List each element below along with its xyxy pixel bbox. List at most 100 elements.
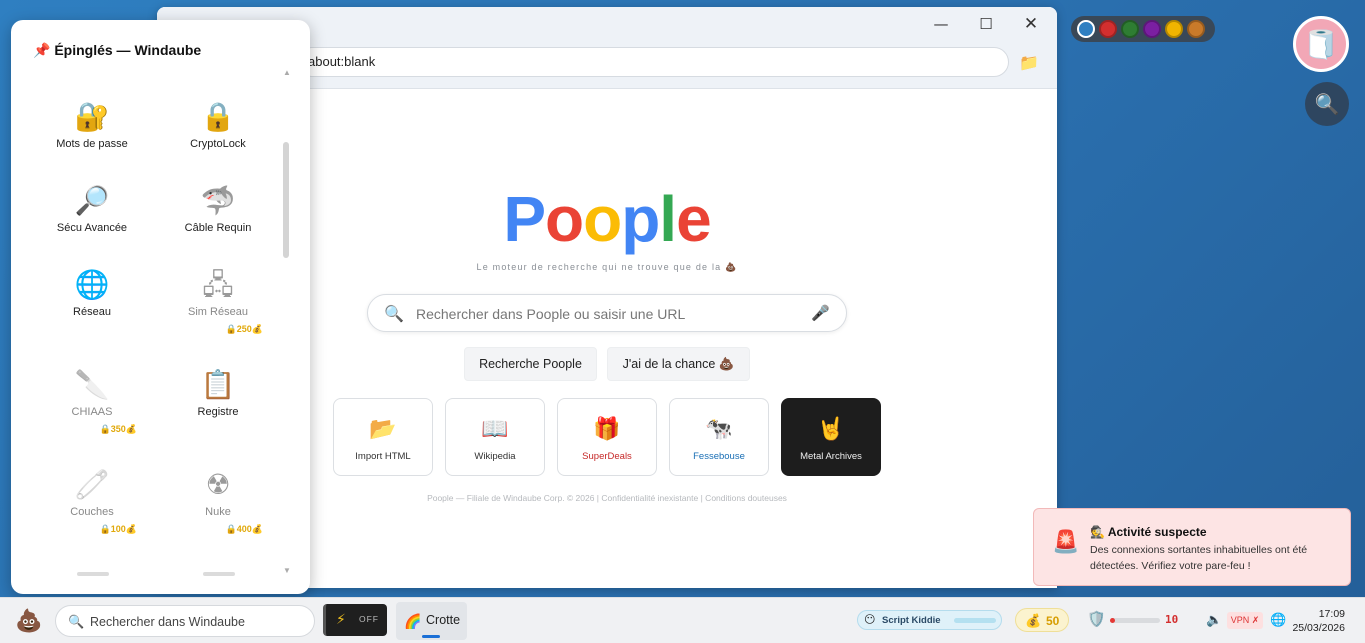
swatch-purple[interactable] xyxy=(1143,20,1161,38)
start-button[interactable]: 💩 xyxy=(15,608,42,634)
partial-app-icon xyxy=(203,572,235,576)
shield-icon: 🛡️ xyxy=(1087,611,1106,628)
speaker-icon[interactable]: 🔈 xyxy=(1206,612,1222,628)
tile-fessebouse[interactable]: 🐄 Fessebouse xyxy=(669,398,769,476)
search-input[interactable]: Rechercher dans Poople ou saisir une URL xyxy=(416,306,685,322)
scroll-down-icon[interactable]: ▼ xyxy=(283,566,291,575)
price-badge: 🔒400💰 xyxy=(225,524,263,534)
book-icon: 📖 xyxy=(481,416,509,441)
close-button[interactable]: ✕ xyxy=(1009,11,1053,37)
lucky-button[interactable]: J'ai de la chance 💩 xyxy=(607,347,750,381)
vpn-status[interactable]: VPN ✗ xyxy=(1227,612,1263,629)
cow-icon: 🐄 xyxy=(705,416,733,441)
app-registre[interactable]: 📋 Registre xyxy=(153,368,283,442)
magnifier-button[interactable]: 🔍 xyxy=(1305,82,1349,126)
magnifier-icon: 🔎 xyxy=(74,185,110,216)
search-icon: 🔍 xyxy=(68,614,85,629)
taskbar-search[interactable]: 🔍 Rechercher dans Windaube xyxy=(55,605,315,637)
app-reseau[interactable]: 🌐 Réseau xyxy=(27,268,157,342)
partial-app-icon xyxy=(77,572,109,576)
shark-icon: 🦈 xyxy=(200,185,236,216)
rank-label: Script Kiddie xyxy=(882,615,941,626)
tile-label: SuperDeals xyxy=(582,451,632,462)
app-secu-avancee[interactable]: 🔎 Sécu Avancée xyxy=(27,184,157,258)
lock-icon: 🔒 xyxy=(225,524,237,534)
swatch-blue[interactable] xyxy=(1077,20,1095,38)
pinned-panel: 📌 Épinglés — Windaube ▲ ▼ 🔐 Mots de pass… xyxy=(11,20,310,594)
suspicious-activity-toast[interactable]: 🚨 🕵️ Activité suspecte Des connexions so… xyxy=(1033,508,1351,586)
microphone-icon[interactable]: 🎤 xyxy=(811,304,830,322)
tile-label: Fessebouse xyxy=(693,451,745,462)
folder-icon: 📂 xyxy=(369,416,397,441)
clock[interactable]: 17:09 25/03/2026 xyxy=(1289,607,1345,635)
hacker-icon: 😶 xyxy=(864,614,876,626)
rank-badge: 😶 Script Kiddie xyxy=(857,610,1002,630)
toast-body: Des connexions sortantes inhabituelles o… xyxy=(1090,544,1308,572)
toilet-paper-icon: 🧻 xyxy=(1303,28,1339,60)
threat-level-fill xyxy=(1110,618,1115,623)
globe-icon: 🌐 xyxy=(74,269,110,300)
rank-progress-bar xyxy=(954,618,996,623)
siren-icon: 🚨 xyxy=(1052,529,1080,554)
tile-label: Wikipedia xyxy=(474,451,516,462)
app-nuke[interactable]: ☢ Nuke 🔒400💰 xyxy=(153,468,283,542)
swatch-green[interactable] xyxy=(1121,20,1139,38)
scroll-up-icon[interactable]: ▲ xyxy=(283,68,291,77)
price-badge: 🔒350💰 xyxy=(99,424,137,434)
taskbar-app-label: Crotte xyxy=(426,613,461,627)
app-chiaas[interactable]: 🔪 CHIAAS 🔒350💰 xyxy=(27,368,157,442)
price-badge: 🔒250💰 xyxy=(225,324,263,334)
taskbar-app-crotte[interactable]: 🌈 Crotte xyxy=(396,602,467,640)
metal-hand-icon: 🤘 xyxy=(817,416,845,441)
lock-icon: 🔒 xyxy=(225,324,237,334)
swatch-orange[interactable] xyxy=(1187,20,1205,38)
minimize-button[interactable]: — xyxy=(919,11,963,37)
toast-title: 🕵️ Activité suspecte xyxy=(1090,525,1207,539)
money-bag-icon: 💰 xyxy=(1025,613,1042,628)
magnifier-icon: 🔍 xyxy=(1314,93,1340,116)
padlock-icon: 🔒 xyxy=(200,101,236,132)
coin-icon: 💰 xyxy=(251,324,263,334)
maximize-button[interactable]: ☐ xyxy=(964,11,1008,37)
power-toggle[interactable]: ⚡ OFF xyxy=(323,604,387,636)
swatch-yellow[interactable] xyxy=(1165,20,1183,38)
app-mots-de-passe[interactable]: 🔐 Mots de passe xyxy=(27,100,157,174)
network-icon: 🖧 xyxy=(202,269,234,300)
power-state: OFF xyxy=(359,614,379,624)
swatch-red[interactable] xyxy=(1099,20,1117,38)
coin-counter[interactable]: 💰 50 xyxy=(1015,608,1069,632)
price-badge: 🔒100💰 xyxy=(99,524,137,534)
pinned-scrollbar[interactable] xyxy=(283,142,289,258)
clipboard-icon: 📋 xyxy=(200,369,236,400)
coin-icon: 💰 xyxy=(125,424,137,434)
poople-search-box[interactable]: 🔍 Rechercher dans Poople ou saisir une U… xyxy=(367,294,847,332)
app-sim-reseau[interactable]: 🖧 Sim Réseau 🔒250💰 xyxy=(153,268,283,342)
search-icon: 🔍 xyxy=(384,306,404,323)
taskbar-search-input[interactable]: Rechercher dans Windaube xyxy=(90,615,245,629)
app-couches[interactable]: 🧷 Couches 🔒100💰 xyxy=(27,468,157,542)
coin-icon: 💰 xyxy=(125,524,137,534)
poople-search-button[interactable]: Recherche Poople xyxy=(464,347,597,381)
toilet-paper-button[interactable]: 🧻 xyxy=(1293,16,1349,72)
address-input[interactable]: about:blank xyxy=(297,47,1009,77)
open-folder-icon[interactable]: 📁 xyxy=(1019,53,1039,73)
lock-icon: 🔒 xyxy=(99,524,111,534)
taskbar: 💩 🔍 Rechercher dans Windaube ⚡ OFF 🌈 Cro… xyxy=(0,597,1365,643)
threat-level-bar xyxy=(1110,618,1160,623)
tile-label: Import HTML xyxy=(355,451,411,462)
globe-icon[interactable]: 🌐 xyxy=(1270,612,1286,628)
coin-count: 50 xyxy=(1046,614,1060,628)
app-cable-requin[interactable]: 🦈 Câble Requin xyxy=(153,184,283,258)
clock-date: 25/03/2026 xyxy=(1292,622,1345,634)
tile-wikipedia[interactable]: 📖 Wikipedia xyxy=(445,398,545,476)
color-palette xyxy=(1071,16,1215,42)
gift-icon: 🎁 xyxy=(593,416,621,441)
knife-icon: 🔪 xyxy=(74,369,110,400)
app-cryptolock[interactable]: 🔒 CryptoLock xyxy=(153,100,283,174)
lightning-icon: ⚡ xyxy=(336,611,346,627)
tile-superdeals[interactable]: 🎁 SuperDeals xyxy=(557,398,657,476)
active-indicator xyxy=(422,635,440,638)
tile-label: Metal Archives xyxy=(800,451,862,462)
tile-import-html[interactable]: 📂 Import HTML xyxy=(333,398,433,476)
tile-metal-archives[interactable]: 🤘 Metal Archives xyxy=(781,398,881,476)
